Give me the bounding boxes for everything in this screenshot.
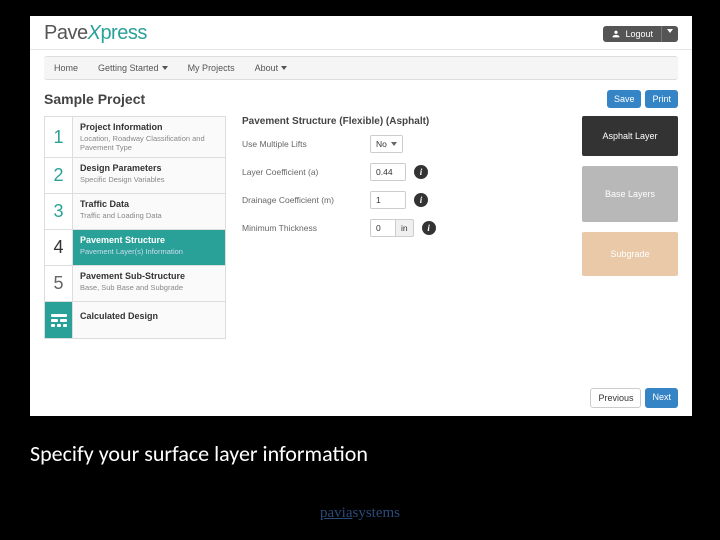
- chevron-down-icon: [162, 66, 168, 70]
- step-calculated-design[interactable]: Calculated Design: [45, 302, 225, 338]
- print-button[interactable]: Print: [645, 90, 678, 108]
- nav-getting-started[interactable]: Getting Started: [88, 57, 178, 79]
- step-body: Calculated Design: [73, 302, 225, 338]
- nav-my-projects[interactable]: My Projects: [178, 57, 245, 79]
- nav-about[interactable]: About: [245, 57, 298, 79]
- layer-base[interactable]: Base Layers: [582, 166, 678, 222]
- step-number: 3: [45, 194, 73, 229]
- step-title: Traffic Data: [80, 199, 218, 209]
- next-button[interactable]: Next: [645, 388, 678, 408]
- input-minimum-thickness[interactable]: 0: [370, 219, 396, 237]
- app-window: PaveXpress Logout Home Getting Started M…: [30, 16, 692, 416]
- page-title: Sample Project: [44, 91, 145, 107]
- main-content: 1 Project Information Location, Roadway …: [30, 116, 692, 339]
- nav-home[interactable]: Home: [44, 57, 88, 79]
- step-subtitle: Base, Sub Base and Subgrade: [80, 283, 218, 292]
- calculated-design-icon: [45, 302, 73, 338]
- label-minimum-thickness: Minimum Thickness: [242, 223, 362, 233]
- label-multiple-lifts: Use Multiple Lifts: [242, 139, 362, 149]
- chevron-down-icon: [667, 29, 673, 33]
- step-1[interactable]: 1 Project Information Location, Roadway …: [45, 117, 225, 158]
- label-layer-coefficient: Layer Coefficient (a): [242, 167, 362, 177]
- logo: PaveXpress: [44, 22, 147, 45]
- main-nav: Home Getting Started My Projects About: [44, 56, 678, 80]
- step-title: Project Information: [80, 122, 218, 132]
- input-drainage-coefficient[interactable]: 1: [370, 191, 406, 209]
- step-number: 5: [45, 266, 73, 301]
- step-sidebar: 1 Project Information Location, Roadway …: [44, 116, 226, 339]
- save-button[interactable]: Save: [607, 90, 642, 108]
- logout-dropdown-toggle[interactable]: [661, 26, 678, 42]
- step-subtitle: Pavement Layer(s) Information: [80, 247, 218, 256]
- step-3[interactable]: 3 Traffic Data Traffic and Loading Data: [45, 194, 225, 230]
- user-icon: [611, 29, 621, 39]
- select-multiple-lifts[interactable]: No: [370, 135, 403, 153]
- unit-addon: in: [396, 219, 414, 237]
- step-2[interactable]: 2 Design Parameters Specific Design Vari…: [45, 158, 225, 194]
- layer-subgrade[interactable]: Subgrade: [582, 232, 678, 276]
- layer-stack: Asphalt Layer Base Layers Subgrade: [582, 116, 678, 339]
- step-body: Pavement Structure Pavement Layer(s) Inf…: [73, 230, 225, 265]
- input-layer-coefficient[interactable]: 0.44: [370, 163, 406, 181]
- form-heading: Pavement Structure (Flexible) (Asphalt): [242, 116, 566, 127]
- step-title: Calculated Design: [80, 311, 218, 321]
- label-drainage-coefficient: Drainage Coefficient (m): [242, 195, 362, 205]
- brand-footer: paviasystems: [0, 505, 720, 522]
- title-row: Sample Project Save Print: [30, 80, 692, 116]
- title-buttons: Save Print: [607, 90, 678, 108]
- row-minimum-thickness: Minimum Thickness 0 in i: [242, 219, 566, 237]
- header: PaveXpress Logout: [30, 16, 692, 50]
- info-icon[interactable]: i: [414, 165, 428, 179]
- chevron-down-icon: [391, 142, 397, 146]
- step-title: Pavement Structure: [80, 235, 218, 245]
- step-title: Design Parameters: [80, 163, 218, 173]
- step-subtitle: Traffic and Loading Data: [80, 211, 218, 220]
- logout-label: Logout: [625, 29, 653, 39]
- step-subtitle: Location, Roadway Classification and Pav…: [80, 134, 218, 152]
- chevron-down-icon: [281, 66, 287, 70]
- logout-group: Logout: [603, 26, 678, 42]
- step-5[interactable]: 5 Pavement Sub-Structure Base, Sub Base …: [45, 266, 225, 302]
- step-body: Traffic Data Traffic and Loading Data: [73, 194, 225, 229]
- previous-button[interactable]: Previous: [590, 388, 641, 408]
- step-number: 1: [45, 117, 73, 157]
- step-subtitle: Specific Design Variables: [80, 175, 218, 184]
- footer-nav: Previous Next: [590, 388, 678, 408]
- row-multiple-lifts: Use Multiple Lifts No: [242, 135, 566, 153]
- step-body: Project Information Location, Roadway Cl…: [73, 117, 225, 157]
- form-area: Pavement Structure (Flexible) (Asphalt) …: [242, 116, 566, 339]
- step-number: 4: [45, 230, 73, 265]
- step-title: Pavement Sub-Structure: [80, 271, 218, 281]
- step-body: Pavement Sub-Structure Base, Sub Base an…: [73, 266, 225, 301]
- logout-button[interactable]: Logout: [603, 26, 661, 42]
- row-layer-coefficient: Layer Coefficient (a) 0.44 i: [242, 163, 566, 181]
- row-drainage-coefficient: Drainage Coefficient (m) 1 i: [242, 191, 566, 209]
- step-4[interactable]: 4 Pavement Structure Pavement Layer(s) I…: [45, 230, 225, 266]
- step-number: 2: [45, 158, 73, 193]
- info-icon[interactable]: i: [414, 193, 428, 207]
- layer-asphalt[interactable]: Asphalt Layer: [582, 116, 678, 156]
- slide-caption: Specify your surface layer information: [30, 440, 368, 467]
- step-body: Design Parameters Specific Design Variab…: [73, 158, 225, 193]
- info-icon[interactable]: i: [422, 221, 436, 235]
- input-group-thickness: 0 in: [370, 219, 414, 237]
